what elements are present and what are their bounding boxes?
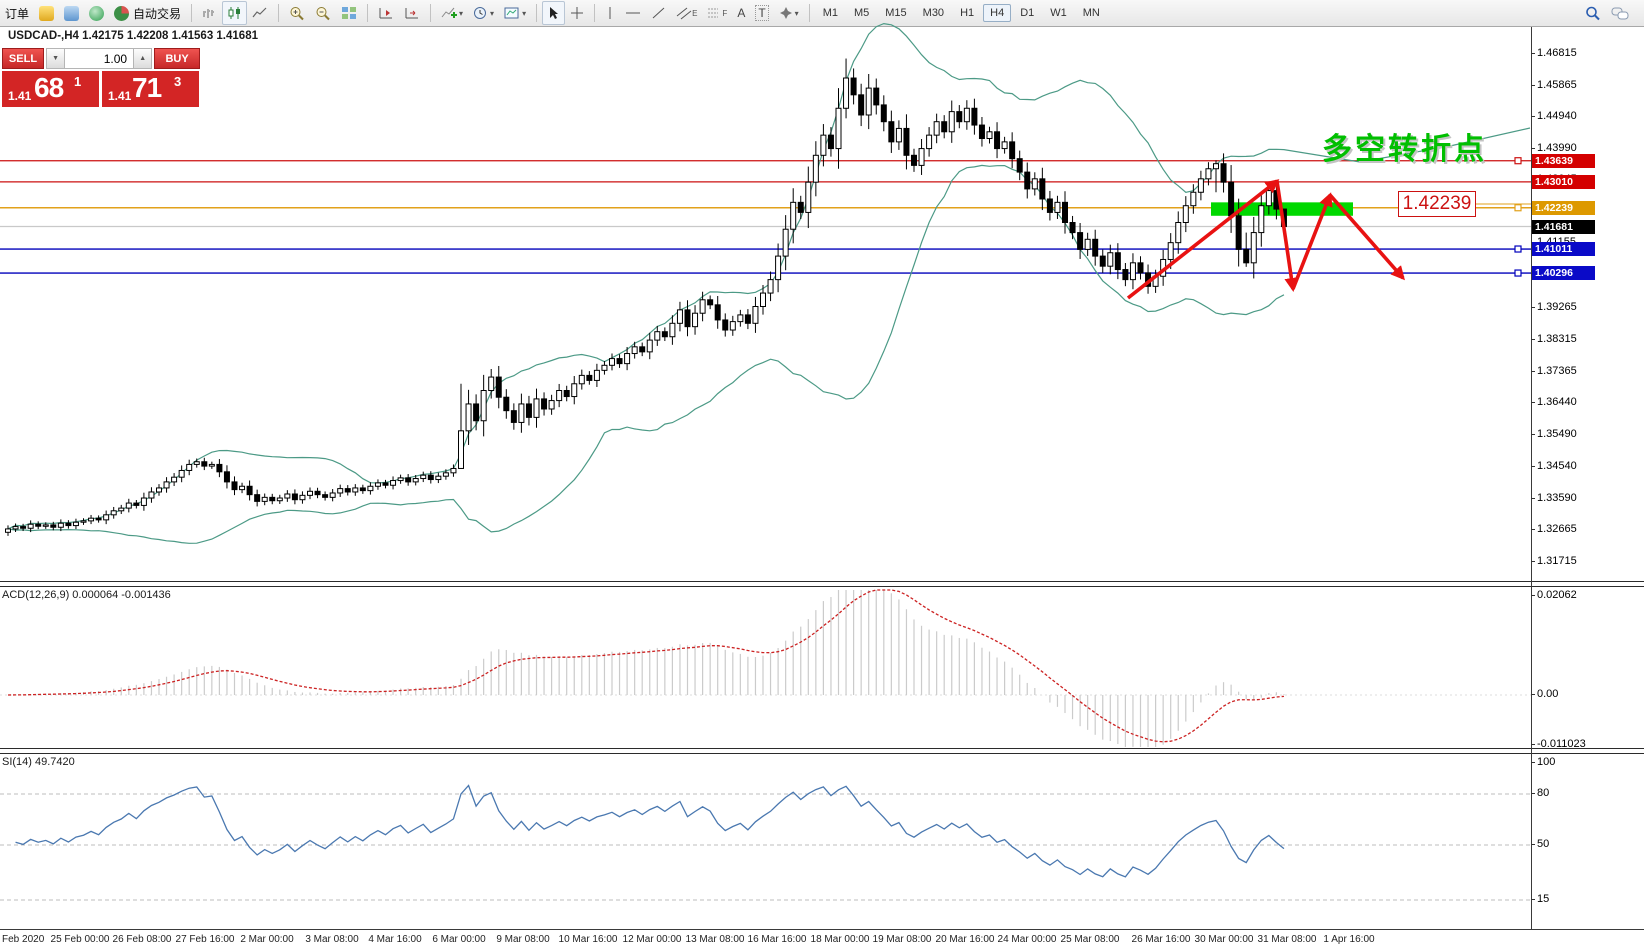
date-label: 31 Mar 08:00	[1258, 934, 1317, 945]
search-icon	[1585, 6, 1601, 21]
date-label: 16 Mar 16:00	[748, 934, 807, 945]
axis-tick-label: 1.39265	[1537, 301, 1577, 313]
date-label: 6 Mar 00:00	[432, 934, 485, 945]
date-label: 18 Mar 00:00	[811, 934, 870, 945]
date-label: 4 Mar 16:00	[368, 934, 421, 945]
axis-tick-label: 1.35490	[1537, 428, 1577, 440]
date-label: Feb 2020	[2, 934, 44, 945]
axis-tick-label: 80	[1537, 787, 1549, 799]
chat-button[interactable]	[1606, 1, 1634, 25]
time-axis-line	[0, 929, 1644, 930]
date-label: 27 Feb 16:00	[176, 934, 235, 945]
sell-label: SELL	[9, 53, 37, 65]
date-label: 26 Feb 08:00	[113, 934, 172, 945]
buy-price-pip: 3	[174, 74, 181, 89]
date-label: 19 Mar 08:00	[873, 934, 932, 945]
axis-tick-label: 1.32665	[1537, 523, 1577, 535]
sell-price-display[interactable]: 1.41 68 1	[2, 71, 99, 107]
axis-tick-label: 100	[1537, 756, 1555, 768]
price-level-badge: 1.41011	[1532, 242, 1595, 256]
sell-price-base: 1.41	[8, 89, 31, 103]
price-level-badge: 1.41681	[1532, 220, 1595, 234]
mt4-terminal-window: 订单 自动交易	[0, 0, 1644, 952]
date-label: 24 Mar 00:00	[998, 934, 1057, 945]
axis-tick-label: 1.31715	[1537, 555, 1577, 567]
axis-tick-label: 1.33590	[1537, 492, 1577, 504]
one-click-trading-panel: SELL ▼ ▲ BUY 1.41 68 1 1.41 71 3	[2, 48, 200, 107]
axis-tick-label: 1.46815	[1537, 47, 1577, 59]
pane-separator[interactable]	[0, 748, 1644, 754]
chat-bubbles-icon	[1611, 6, 1629, 21]
date-label: 30 Mar 00:00	[1195, 934, 1254, 945]
date-label: 25 Feb 00:00	[51, 934, 110, 945]
chart-title-ohlc: USDCAD-,H4 1.42175 1.42208 1.41563 1.416…	[8, 30, 258, 42]
axis-tick-label: 1.43990	[1537, 142, 1577, 154]
axis-tick-label: 1.45865	[1537, 79, 1577, 91]
axis-tick-label: 1.44940	[1537, 110, 1577, 122]
volume-up-button[interactable]: ▲	[133, 48, 152, 69]
buy-price-display[interactable]: 1.41 71 3	[102, 71, 199, 107]
axis-tick-label: 15	[1537, 893, 1549, 905]
sell-button[interactable]: SELL	[2, 48, 44, 69]
price-level-badge: 1.42239	[1532, 201, 1595, 215]
date-label: 3 Mar 08:00	[305, 934, 358, 945]
price-chart-canvas[interactable]	[0, 0, 1531, 952]
price-level-badge: 1.43010	[1532, 175, 1595, 189]
volume-down-button[interactable]: ▼	[46, 48, 65, 69]
axis-tick-label: 1.36440	[1537, 396, 1577, 408]
date-label: 2 Mar 00:00	[240, 934, 293, 945]
axis-tick-label: 50	[1537, 838, 1549, 850]
axis-tick-label: 1.38315	[1537, 333, 1577, 345]
date-label: 26 Mar 16:00	[1132, 934, 1191, 945]
pane-separator[interactable]	[0, 581, 1644, 587]
buy-button[interactable]: BUY	[154, 48, 200, 69]
date-label: 25 Mar 08:00	[1061, 934, 1120, 945]
axis-tick-label: 0.02062	[1537, 589, 1577, 601]
date-label: 12 Mar 00:00	[623, 934, 682, 945]
sell-price-pip: 1	[74, 74, 81, 89]
axis-tick-label: 1.34540	[1537, 460, 1577, 472]
axis-tick-label: -0.011023	[1537, 738, 1586, 750]
buy-price-base: 1.41	[108, 89, 131, 103]
axis-tick-label: 1.37365	[1537, 365, 1577, 377]
date-label: 9 Mar 08:00	[496, 934, 549, 945]
price-level-badge: 1.43639	[1532, 154, 1595, 168]
price-level-badge: 1.40296	[1532, 266, 1595, 280]
axis-tick-label: 0.00	[1537, 688, 1558, 700]
date-label: 13 Mar 08:00	[686, 934, 745, 945]
search-button[interactable]	[1580, 1, 1606, 25]
buy-price-big: 71	[132, 72, 161, 104]
turning-point-annotation: 多空转折点	[1322, 124, 1487, 168]
sell-price-big: 68	[34, 72, 63, 104]
date-label: 1 Apr 16:00	[1323, 934, 1374, 945]
volume-input[interactable]	[65, 48, 133, 69]
date-label: 20 Mar 16:00	[936, 934, 995, 945]
date-label: 10 Mar 16:00	[559, 934, 618, 945]
rsi-indicator-label: SI(14) 49.7420	[2, 756, 75, 768]
macd-indicator-label: ACD(12,26,9) 0.000064 -0.001436	[2, 589, 171, 601]
buy-label: BUY	[165, 53, 188, 65]
price-callout-box[interactable]: 1.42239	[1398, 191, 1476, 217]
